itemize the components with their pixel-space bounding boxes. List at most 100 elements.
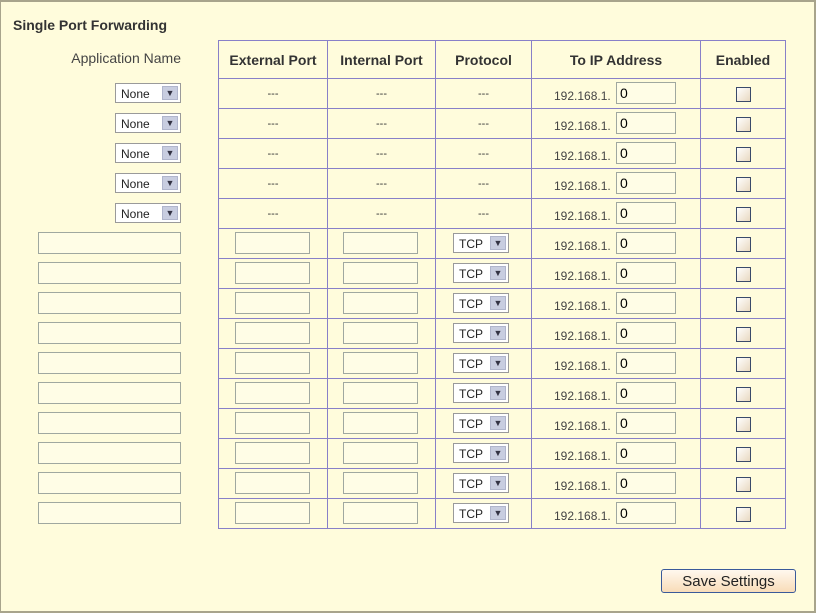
protocol-cell: TCP ▼ [435, 348, 532, 379]
enabled-checkbox[interactable] [735, 266, 751, 282]
enabled-checkbox[interactable] [735, 296, 751, 312]
enabled-checkbox[interactable] [735, 386, 751, 402]
external-port-input[interactable] [235, 412, 310, 434]
application-select[interactable]: None ▼ [115, 173, 181, 193]
external-port-input[interactable] [235, 352, 310, 374]
protocol-select[interactable]: TCP ▼ [453, 263, 509, 283]
enabled-checkbox[interactable] [735, 146, 751, 162]
protocol-select-value: TCP [459, 387, 483, 401]
internal-port-input[interactable] [343, 292, 418, 314]
enabled-checkbox[interactable] [735, 116, 751, 132]
external-port-input[interactable] [235, 232, 310, 254]
internal-port-input[interactable] [343, 412, 418, 434]
page-title: Single Port Forwarding [13, 17, 168, 33]
protocol-select[interactable]: TCP ▼ [453, 293, 509, 313]
to-ip-cell: 192.168.1. [531, 258, 701, 289]
ip-last-octet-input[interactable] [616, 82, 676, 104]
ip-last-octet-input[interactable] [616, 172, 676, 194]
application-name-input[interactable] [38, 472, 181, 494]
external-port-input[interactable] [235, 262, 310, 284]
internal-port-input[interactable] [343, 442, 418, 464]
enabled-checkbox[interactable] [735, 356, 751, 372]
external-port-input[interactable] [235, 322, 310, 344]
chevron-down-icon: ▼ [162, 176, 178, 190]
table-row: TCP ▼ 192.168.1. [218, 348, 786, 379]
application-name-header: Application Name [71, 50, 181, 66]
application-name-input[interactable] [38, 292, 181, 314]
internal-port-input[interactable] [343, 352, 418, 374]
application-select-value: None [121, 207, 150, 221]
protocol-select[interactable]: TCP ▼ [453, 383, 509, 403]
protocol-select-value: TCP [459, 237, 483, 251]
ip-last-octet-input[interactable] [616, 412, 676, 434]
internal-port-input[interactable] [343, 232, 418, 254]
app-row [1, 438, 201, 468]
protocol-select[interactable]: TCP ▼ [453, 353, 509, 373]
internal-port-input[interactable] [343, 322, 418, 344]
ip-last-octet-input[interactable] [616, 262, 676, 284]
to-ip-cell: 192.168.1. [531, 498, 701, 529]
chevron-down-icon: ▼ [490, 476, 506, 490]
application-select[interactable]: None ▼ [115, 203, 181, 223]
header-enabled: Enabled [700, 40, 786, 79]
ip-last-octet-input[interactable] [616, 382, 676, 404]
enabled-cell [700, 258, 786, 289]
application-name-input[interactable] [38, 232, 181, 254]
ip-last-octet-input[interactable] [616, 142, 676, 164]
to-ip-cell: 192.168.1. [531, 108, 701, 139]
protocol-select[interactable]: TCP ▼ [453, 413, 509, 433]
external-port-input[interactable] [235, 442, 310, 464]
application-name-input[interactable] [38, 322, 181, 344]
application-name-input[interactable] [38, 412, 181, 434]
enabled-checkbox[interactable] [735, 326, 751, 342]
application-name-input[interactable] [38, 352, 181, 374]
ip-last-octet-input[interactable] [616, 502, 676, 524]
protocol-select-value: TCP [459, 267, 483, 281]
enabled-checkbox[interactable] [735, 176, 751, 192]
protocol-select[interactable]: TCP ▼ [453, 443, 509, 463]
internal-port-input[interactable] [343, 262, 418, 284]
internal-port-input[interactable] [343, 382, 418, 404]
ip-last-octet-input[interactable] [616, 202, 676, 224]
ip-last-octet-input[interactable] [616, 112, 676, 134]
enabled-checkbox[interactable] [735, 236, 751, 252]
app-row [1, 258, 201, 288]
internal-port-cell [327, 288, 436, 319]
application-select[interactable]: None ▼ [115, 83, 181, 103]
enabled-checkbox[interactable] [735, 206, 751, 222]
external-port-cell [218, 408, 328, 439]
application-name-input[interactable] [38, 502, 181, 524]
external-port-input[interactable] [235, 472, 310, 494]
ip-last-octet-input[interactable] [616, 472, 676, 494]
application-select-value: None [121, 87, 150, 101]
enabled-checkbox[interactable] [735, 416, 751, 432]
external-port-input[interactable] [235, 292, 310, 314]
application-select[interactable]: None ▼ [115, 143, 181, 163]
chevron-down-icon: ▼ [490, 446, 506, 460]
protocol-select[interactable]: TCP ▼ [453, 323, 509, 343]
enabled-cell [700, 138, 786, 169]
application-select[interactable]: None ▼ [115, 113, 181, 133]
application-name-input[interactable] [38, 442, 181, 464]
application-name-input[interactable] [38, 382, 181, 404]
app-row [1, 288, 201, 318]
protocol-select[interactable]: TCP ▼ [453, 503, 509, 523]
enabled-checkbox[interactable] [735, 86, 751, 102]
ip-last-octet-input[interactable] [616, 292, 676, 314]
enabled-checkbox[interactable] [735, 506, 751, 522]
external-port-input[interactable] [235, 502, 310, 524]
protocol-select[interactable]: TCP ▼ [453, 473, 509, 493]
ip-last-octet-input[interactable] [616, 322, 676, 344]
enabled-checkbox[interactable] [735, 476, 751, 492]
internal-port-input[interactable] [343, 502, 418, 524]
protocol-select[interactable]: TCP ▼ [453, 233, 509, 253]
external-port-input[interactable] [235, 382, 310, 404]
ip-last-octet-input[interactable] [616, 352, 676, 374]
save-settings-button[interactable]: Save Settings [661, 569, 796, 593]
internal-port-input[interactable] [343, 472, 418, 494]
ip-last-octet-input[interactable] [616, 232, 676, 254]
enabled-checkbox[interactable] [735, 446, 751, 462]
application-name-input[interactable] [38, 262, 181, 284]
to-ip-cell: 192.168.1. [531, 138, 701, 169]
ip-last-octet-input[interactable] [616, 442, 676, 464]
